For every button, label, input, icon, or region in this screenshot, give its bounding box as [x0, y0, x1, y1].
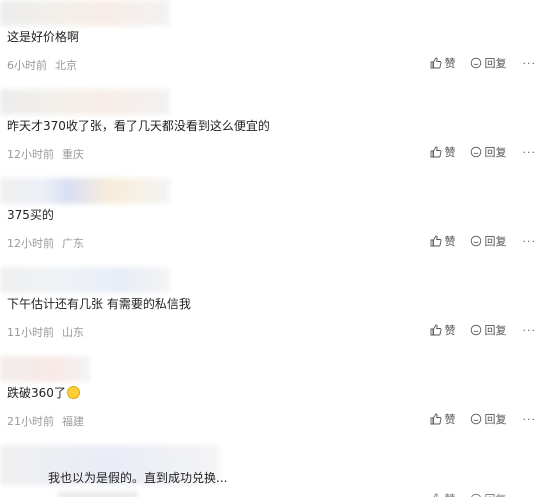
- reply-button[interactable]: 回复: [470, 144, 507, 160]
- like-label: 赞: [444, 235, 456, 248]
- comment-meta: 21小时前 福建: [7, 413, 84, 429]
- reply-button[interactable]: 回复: [470, 55, 507, 71]
- comment-text: 跌破360了: [7, 386, 66, 400]
- comment-location: 北京: [55, 59, 77, 72]
- comment-location: 重庆: [62, 148, 84, 161]
- like-label: 赞: [444, 324, 456, 337]
- like-button[interactable]: 赞: [430, 55, 456, 71]
- like-label: 赞: [444, 413, 456, 426]
- like-button[interactable]: 赞: [430, 144, 456, 160]
- like-button[interactable]: 赞: [430, 233, 456, 249]
- comment-item: 375买的 12小时前 广东 赞 回复 ···: [0, 178, 550, 267]
- comment-actions: 赞 回复 ···: [416, 233, 537, 249]
- reply-label: 回复: [484, 57, 507, 70]
- comment-location: 山东: [62, 326, 84, 339]
- like-label: 赞: [444, 57, 456, 70]
- like-label: 赞: [445, 491, 456, 497]
- comment-item: 跌破360了 21小时前 福建 赞 回复 ···: [0, 356, 550, 445]
- reply-button[interactable]: 回复: [470, 233, 507, 249]
- like-label: 赞: [444, 146, 456, 159]
- reply-button[interactable]: 回复: [470, 491, 507, 497]
- reply-button[interactable]: 回复: [470, 322, 507, 338]
- blurred-username: [0, 0, 170, 26]
- comment-meta: 12小时前 广东: [7, 235, 84, 251]
- comment-time: 11小时前: [7, 326, 54, 339]
- comment-content: 昨天才370收了张，看了几天都没看到这么便宜的: [7, 119, 270, 133]
- reply-bubble-icon: [470, 493, 481, 497]
- comment-location: 广东: [62, 237, 84, 250]
- thumbs-up-icon: [430, 413, 441, 425]
- comment-meta: 6小时前 北京: [7, 57, 77, 73]
- like-button[interactable]: 赞: [430, 491, 456, 497]
- reply-label: 回复: [485, 491, 507, 497]
- comment-content: 跌破360了: [7, 384, 80, 401]
- comment-item: 昨天才370收了张，看了几天都没看到这么便宜的 12小时前 重庆 赞 回复 ···: [0, 89, 550, 178]
- comment-location: 福建: [62, 415, 84, 428]
- comment-list: 这是好价格啊 6小时前 北京 赞 回复 ··· 昨天才370收了张，看了几天都没看…: [0, 0, 550, 497]
- blurred-username: [0, 267, 170, 293]
- comment-time: 6小时前: [7, 59, 47, 72]
- comment-item: 下午估计还有几张 有需要的私信我 11小时前 山东 赞 回复 ···: [0, 267, 550, 356]
- smile-emoji-icon: [66, 386, 80, 399]
- comment-time: 12小时前: [7, 148, 54, 161]
- reply-label: 回复: [484, 413, 507, 426]
- thumbs-up-icon: [430, 235, 441, 247]
- reply-label: 回复: [484, 146, 507, 159]
- more-dots-icon[interactable]: ···: [523, 493, 537, 497]
- reply-bubble-icon: [470, 57, 481, 69]
- more-dots-icon[interactable]: ···: [523, 235, 537, 248]
- reply-label: 回复: [484, 324, 507, 337]
- comment-actions: 赞 回复 ···: [416, 55, 537, 71]
- blurred-username: [0, 356, 90, 382]
- blurred-meta: [58, 491, 138, 497]
- comment-content: 我也以为是假的。直到成功兑换...: [48, 471, 228, 485]
- like-button[interactable]: 赞: [430, 411, 456, 427]
- reply-label: 回复: [484, 235, 507, 248]
- comment-actions: 赞 回复 ···: [416, 144, 537, 160]
- comment-item: 这是好价格啊 6小时前 北京 赞 回复 ···: [0, 0, 550, 89]
- more-dots-icon[interactable]: ···: [523, 413, 537, 426]
- blurred-username: [0, 89, 170, 115]
- more-dots-icon[interactable]: ···: [523, 57, 537, 70]
- comment-actions: 赞 回复 ···: [416, 411, 537, 427]
- more-dots-icon[interactable]: ···: [523, 146, 537, 159]
- comment-time: 12小时前: [7, 237, 54, 250]
- comment-content: 这是好价格啊: [7, 30, 80, 44]
- reply-bubble-icon: [470, 146, 481, 158]
- reply-bubble-icon: [470, 413, 481, 425]
- thumbs-up-icon: [430, 324, 441, 336]
- more-dots-icon[interactable]: ···: [523, 324, 537, 337]
- reply-bubble-icon: [470, 324, 481, 336]
- reply-button[interactable]: 回复: [470, 411, 507, 427]
- thumbs-up-icon: [430, 146, 441, 158]
- like-button[interactable]: 赞: [430, 322, 456, 338]
- thumbs-up-icon: [433, 493, 438, 497]
- comment-meta: 11小时前 山东: [7, 324, 84, 340]
- comment-content: 375买的: [7, 208, 54, 222]
- blurred-username: [0, 178, 170, 204]
- comment-time: 21小时前: [7, 415, 54, 428]
- comment-actions: 赞 回复 ···: [416, 322, 537, 338]
- reply-bubble-icon: [470, 235, 481, 247]
- comment-meta: 12小时前 重庆: [7, 146, 84, 162]
- thumbs-up-icon: [430, 57, 441, 69]
- comment-actions: 赞 回复 ···: [416, 491, 537, 497]
- comment-content: 下午估计还有几张 有需要的私信我: [7, 297, 191, 311]
